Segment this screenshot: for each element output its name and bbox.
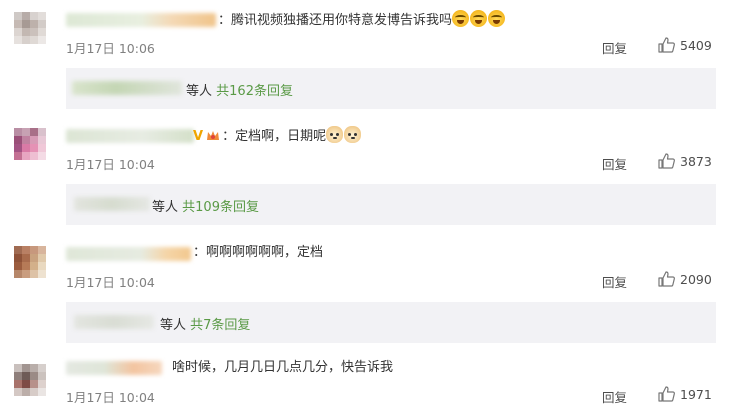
avatar[interactable] bbox=[14, 128, 46, 160]
sub-replies[interactable]: 等人 共109条回复 bbox=[66, 184, 716, 225]
like-count: 1971 bbox=[680, 386, 712, 402]
comment-text: ：啊啊啊啊啊啊，定档 bbox=[193, 244, 323, 262]
comment-item: 啥时候，几月几日几点几分，快告诉我 1月17日 10:04 回复 1971 bbox=[0, 354, 735, 405]
sub-reply-suffix: 等人 bbox=[152, 200, 179, 215]
comment-body: ：定档啊，日期呢 bbox=[222, 129, 327, 144]
sub-reply-suffix: 等人 bbox=[186, 84, 213, 99]
replier-names-blurred bbox=[74, 197, 150, 211]
like-button[interactable]: 5409 bbox=[658, 37, 712, 53]
dog-emoji-icon bbox=[326, 126, 344, 143]
comment-time: 1月17日 10:04 bbox=[66, 390, 155, 405]
reply-button[interactable]: 回复 bbox=[602, 38, 627, 57]
sub-reply-suffix: 等人 bbox=[160, 318, 187, 333]
sub-reply-count[interactable]: 共162条回复 bbox=[216, 84, 293, 99]
thumbs-up-icon bbox=[658, 37, 675, 53]
like-button[interactable]: 1971 bbox=[658, 386, 712, 402]
username-blurred[interactable] bbox=[66, 361, 162, 375]
avatar[interactable] bbox=[14, 246, 46, 278]
comment-time: 1月17日 10:06 bbox=[66, 41, 155, 56]
sub-reply-summary[interactable]: 等人 共162条回复 bbox=[186, 80, 293, 99]
username-blurred[interactable] bbox=[66, 13, 216, 27]
comment-body: ：腾讯视频独播还用你特意发博告诉我吗 bbox=[218, 13, 453, 28]
sub-replies[interactable]: 等人 共162条回复 bbox=[66, 68, 716, 109]
sub-reply-count[interactable]: 共109条回复 bbox=[182, 200, 259, 215]
sweat-emoji-icon bbox=[452, 10, 470, 27]
like-button[interactable]: 2090 bbox=[658, 271, 712, 287]
avatar[interactable] bbox=[14, 364, 46, 396]
like-count: 5409 bbox=[680, 37, 712, 53]
reply-button[interactable]: 回复 bbox=[602, 387, 627, 406]
replier-names-blurred bbox=[74, 315, 154, 329]
avatar[interactable] bbox=[14, 12, 46, 44]
thumbs-up-icon bbox=[658, 386, 675, 402]
comment-text: V ：定档啊，日期呢 bbox=[193, 126, 362, 146]
comment-text: 啥时候，几月几日几点几分，快告诉我 bbox=[172, 359, 393, 377]
sweat-emoji-icon bbox=[488, 10, 506, 27]
comment-item: ：啊啊啊啊啊啊，定档 1月17日 10:04 回复 2090 等人 共7条回复 bbox=[0, 236, 735, 354]
comment-item: ：腾讯视频独播还用你特意发博告诉我吗 1月17日 10:06 回复 5409 等… bbox=[0, 0, 735, 118]
like-button[interactable]: 3873 bbox=[658, 153, 712, 169]
comment-time: 1月17日 10:04 bbox=[66, 157, 155, 172]
sweat-emoji-icon bbox=[470, 10, 488, 27]
thumbs-up-icon bbox=[658, 153, 675, 169]
username-blurred[interactable] bbox=[66, 247, 191, 261]
comment-item: V ：定档啊，日期呢 1月17日 10:04 回复 3873 等人 共109条回复 bbox=[0, 118, 735, 236]
dog-emoji-icon bbox=[344, 126, 362, 143]
like-count: 2090 bbox=[680, 271, 712, 287]
vip-badge-icon: V bbox=[193, 129, 204, 144]
reply-button[interactable]: 回复 bbox=[602, 154, 627, 173]
sub-reply-count[interactable]: 共7条回复 bbox=[190, 318, 250, 333]
sub-reply-summary[interactable]: 等人 共7条回复 bbox=[160, 314, 250, 333]
crown-badge-icon bbox=[207, 131, 220, 140]
sub-replies[interactable]: 等人 共7条回复 bbox=[66, 302, 716, 343]
sub-reply-summary[interactable]: 等人 共109条回复 bbox=[152, 196, 259, 215]
thumbs-up-icon bbox=[658, 271, 675, 287]
reply-button[interactable]: 回复 bbox=[602, 272, 627, 291]
comment-body: 啥时候，几月几日几点几分，快告诉我 bbox=[172, 360, 394, 375]
comment-text: ：腾讯视频独播还用你特意发博告诉我吗 bbox=[218, 10, 506, 30]
like-count: 3873 bbox=[680, 153, 712, 169]
comment-time: 1月17日 10:04 bbox=[66, 275, 155, 290]
username-blurred[interactable] bbox=[66, 129, 194, 143]
replier-names-blurred bbox=[72, 81, 182, 95]
comment-body: ：啊啊啊啊啊啊，定档 bbox=[193, 245, 324, 260]
